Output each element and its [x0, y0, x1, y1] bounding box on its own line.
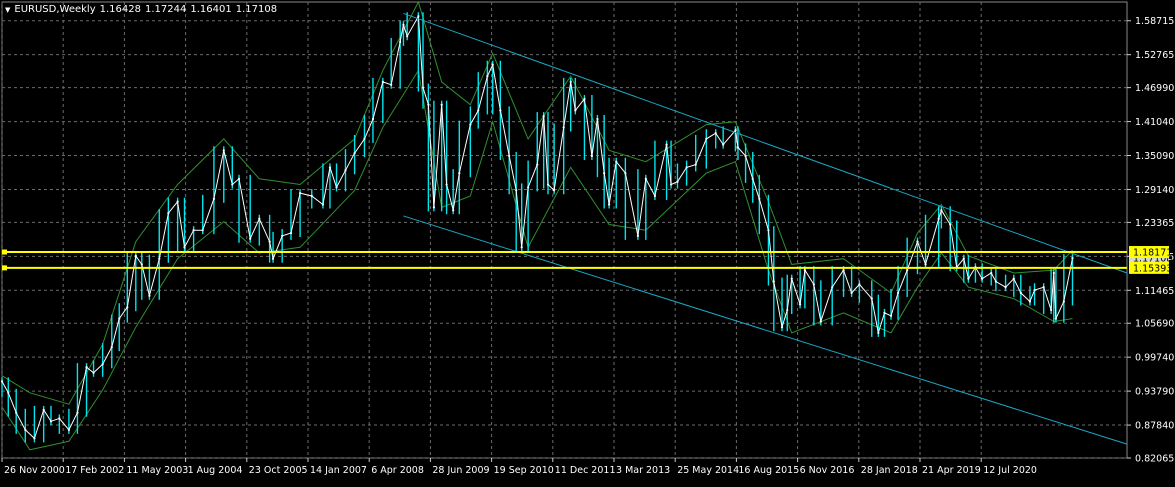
chart-window[interactable]: 1.58715 1.52765 1.46990 1.41040 1.35090 1.291…	[0, 0, 1175, 487]
y-tick-label: 1.41040	[1135, 117, 1174, 128]
y-tick-label: 0.93790	[1135, 387, 1174, 398]
y-tick-label: 0.87840	[1135, 421, 1174, 432]
x-tick-label: 19 Sep 2010	[494, 465, 554, 476]
y-tick-label: 1.11465	[1135, 286, 1174, 297]
y-tick-label: 1.35090	[1135, 151, 1174, 162]
x-tick-label: 14 Jan 2007	[310, 465, 367, 476]
ohlc-open: 1.16428	[99, 4, 141, 15]
x-tick-label: 11 May 2003	[126, 465, 188, 476]
x-tick-label: 1 Aug 2004	[188, 465, 243, 476]
x-tick-label: 3 Mar 2013	[616, 465, 670, 476]
x-tick-label: 28 Jun 2009	[432, 465, 489, 476]
y-tick-label: 1.52765	[1135, 50, 1174, 61]
price-chart[interactable]: 1.58715 1.52765 1.46990 1.41040 1.35090 1.291…	[0, 0, 1175, 487]
x-tick-label: 6 Apr 2008	[371, 465, 424, 476]
plot-frame	[1, 1, 1128, 459]
x-tick-label: 26 Nov 2000	[4, 465, 65, 476]
channel-bottom-line	[403, 215, 1128, 445]
dropdown-triangle-icon[interactable]: ▼	[5, 5, 10, 15]
x-tick-label: 17 Feb 2002	[65, 465, 124, 476]
y-tick-label: 1.29140	[1135, 185, 1174, 196]
symbol-label: EURUSD,Weekly	[14, 4, 96, 15]
x-tick-label: 6 Nov 2016	[800, 465, 855, 476]
y-tick-label: 1.46990	[1135, 83, 1174, 94]
x-tick-label: 28 Jan 2018	[861, 465, 918, 476]
x-tick-label: 11 Dec 2011	[555, 465, 616, 476]
x-tick-label: 25 May 2014	[677, 465, 739, 476]
level-1-label: 1.18171	[1133, 248, 1172, 259]
level-handle-1	[2, 249, 7, 255]
y-tick-label: 0.82065	[1135, 454, 1174, 465]
x-tick-label: 12 Jul 2020	[983, 465, 1037, 476]
ohlc-close: 1.17108	[235, 4, 278, 15]
channel-top-line	[403, 12, 1128, 274]
y-tick-label: 1.05690	[1135, 319, 1174, 330]
y-tick-label: 0.99740	[1135, 353, 1174, 364]
x-tick-label: 21 Apr 2019	[922, 465, 981, 476]
price-line	[1, 14, 1073, 440]
y-tick-label: 1.23365	[1135, 218, 1174, 229]
symbol-info-bar: ▼ EURUSD,Weekly 1.16428 1.17244 1.16401 …	[5, 4, 277, 15]
ohlc-high: 1.17244	[144, 4, 187, 15]
x-tick-label: 16 Aug 2015	[738, 465, 799, 476]
ohlc-low: 1.16401	[190, 4, 232, 15]
x-tick-label: 23 Oct 2005	[249, 465, 308, 476]
level-2-label: 1.15393	[1133, 263, 1172, 274]
y-tick-label: 1.58715	[1135, 16, 1174, 27]
band-line-upper	[1, 0, 1073, 405]
level-handle-2	[2, 265, 7, 271]
